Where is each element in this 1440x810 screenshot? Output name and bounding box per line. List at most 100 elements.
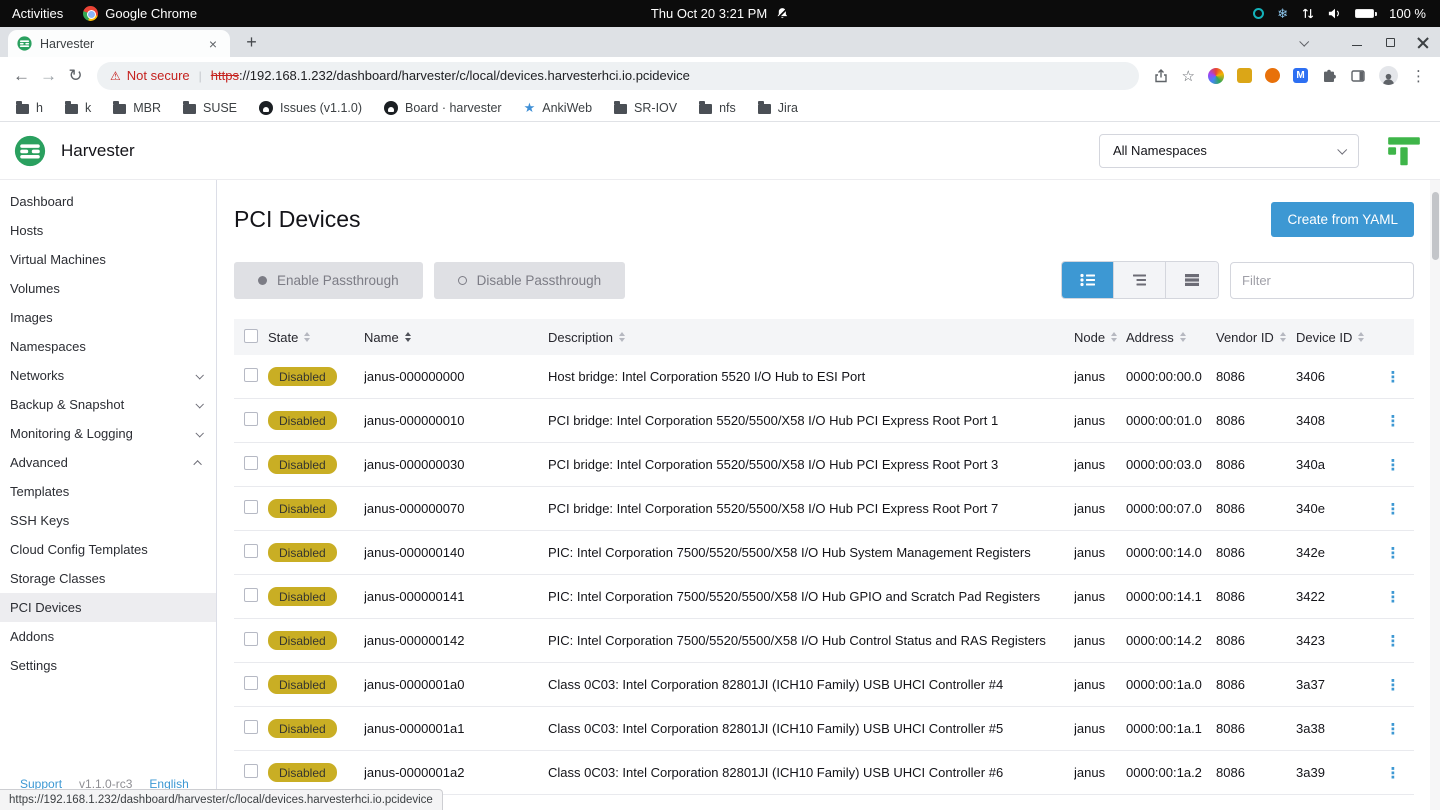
row-actions-button[interactable]: ⋮ xyxy=(1386,677,1401,694)
sidebar-item-namespaces[interactable]: Namespaces xyxy=(0,332,216,361)
bookmark-h[interactable]: h xyxy=(16,101,43,115)
sidebar-item-templates[interactable]: Templates xyxy=(0,477,216,506)
view-list-button[interactable] xyxy=(1062,262,1114,298)
tray-snowflake-icon[interactable]: ❄ xyxy=(1277,6,1288,22)
sidebar-item-advanced[interactable]: Advanced xyxy=(0,448,216,477)
clock[interactable]: Thu Oct 20 3:21 PM xyxy=(651,6,789,21)
row-actions-button[interactable]: ⋮ xyxy=(1386,589,1401,606)
row-checkbox[interactable] xyxy=(244,412,258,426)
browser-tab-harvester[interactable]: Harvester × xyxy=(8,30,230,57)
sidebar-item-storage-classes[interactable]: Storage Classes xyxy=(0,564,216,593)
activities-button[interactable]: Activities xyxy=(12,6,63,21)
battery-icon[interactable] xyxy=(1355,9,1374,18)
row-checkbox[interactable] xyxy=(244,456,258,470)
header-state[interactable]: State xyxy=(268,330,364,345)
select-all-checkbox[interactable] xyxy=(244,329,258,343)
sidebar-item-ssh-keys[interactable]: SSH Keys xyxy=(0,506,216,535)
row-actions-button[interactable]: ⋮ xyxy=(1386,765,1401,782)
scrollbar-track[interactable] xyxy=(1430,180,1440,810)
namespace-select[interactable]: All Namespaces xyxy=(1099,134,1359,168)
sidebar-item-pci-devices[interactable]: PCI Devices xyxy=(0,593,216,622)
tab-search-chevron-icon[interactable] xyxy=(1299,36,1309,46)
bookmark-k[interactable]: k xyxy=(65,101,91,115)
header-name[interactable]: Name xyxy=(364,330,548,345)
row-actions-button[interactable]: ⋮ xyxy=(1386,721,1401,738)
view-table-button[interactable] xyxy=(1166,262,1218,298)
indicator-dot-icon[interactable] xyxy=(1253,8,1264,19)
reload-button[interactable]: ↻ xyxy=(62,66,89,86)
header-description[interactable]: Description xyxy=(548,330,1074,345)
row-checkbox[interactable] xyxy=(244,764,258,778)
row-actions-button[interactable]: ⋮ xyxy=(1386,413,1401,430)
row-actions-button[interactable]: ⋮ xyxy=(1386,501,1401,518)
browser-menu-icon[interactable]: ⋮ xyxy=(1411,67,1426,85)
row-checkbox[interactable] xyxy=(244,676,258,690)
sidebar-item-hosts[interactable]: Hosts xyxy=(0,216,216,245)
volume-icon[interactable] xyxy=(1328,7,1342,20)
bookmark-sr-iov[interactable]: SR-IOV xyxy=(614,101,677,115)
state-badge: Disabled xyxy=(268,587,337,606)
bookmark-suse[interactable]: SUSE xyxy=(183,101,237,115)
active-app-indicator[interactable]: Google Chrome xyxy=(83,6,197,21)
header-device-id[interactable]: Device ID xyxy=(1296,330,1380,345)
cell-address: 0000:00:07.0 xyxy=(1126,501,1216,516)
address-bar[interactable]: ⚠ Not secure | https://192.168.1.232/das… xyxy=(97,62,1139,90)
sidebar-item-dashboard[interactable]: Dashboard xyxy=(0,187,216,216)
sidebar-item-cloud-config-templates[interactable]: Cloud Config Templates xyxy=(0,535,216,564)
network-icon[interactable] xyxy=(1301,7,1315,20)
extensions-puzzle-icon[interactable] xyxy=(1321,68,1337,84)
view-grouped-button[interactable] xyxy=(1114,262,1166,298)
profile-avatar[interactable] xyxy=(1379,66,1398,85)
row-actions-button[interactable]: ⋮ xyxy=(1386,633,1401,650)
harvester-logo xyxy=(14,135,46,167)
new-tab-button[interactable]: + xyxy=(239,30,264,55)
tab-close-icon[interactable]: × xyxy=(205,36,221,52)
sidebar-item-backup-snapshot[interactable]: Backup & Snapshot xyxy=(0,390,216,419)
cell-description: PIC: Intel Corporation 7500/5520/5500/X5… xyxy=(548,545,1074,560)
scrollbar-thumb[interactable] xyxy=(1432,192,1439,260)
window-close-button[interactable] xyxy=(1417,36,1430,49)
bookmark-ankiweb[interactable]: ★ AnkiWeb xyxy=(524,101,592,115)
sidebar-item-virtual-machines[interactable]: Virtual Machines xyxy=(0,245,216,274)
row-actions-button[interactable]: ⋮ xyxy=(1386,457,1401,474)
enable-passthrough-button[interactable]: Enable Passthrough xyxy=(234,262,423,299)
rancher-harvester-icon[interactable] xyxy=(1384,132,1424,170)
sidebar-item-images[interactable]: Images xyxy=(0,303,216,332)
bookmark-nfs[interactable]: nfs xyxy=(699,101,736,115)
extension-m-icon[interactable]: M xyxy=(1293,68,1308,83)
row-checkbox[interactable] xyxy=(244,500,258,514)
forward-button[interactable]: → xyxy=(35,66,62,86)
header-address[interactable]: Address xyxy=(1126,330,1216,345)
bookmark-mbr[interactable]: MBR xyxy=(113,101,161,115)
back-button[interactable]: ← xyxy=(8,66,35,86)
header-node[interactable]: Node xyxy=(1074,330,1126,345)
extension-orange-icon[interactable] xyxy=(1265,68,1280,83)
row-actions-button[interactable]: ⋮ xyxy=(1386,545,1401,562)
sidebar-item-monitoring-logging[interactable]: Monitoring & Logging xyxy=(0,419,216,448)
bookmark-board-harvester[interactable]: Board · harvester xyxy=(384,101,502,115)
row-checkbox[interactable] xyxy=(244,544,258,558)
window-minimize-button[interactable] xyxy=(1351,36,1364,49)
extension-pinwheel-icon[interactable] xyxy=(1208,68,1224,84)
sidebar-item-networks[interactable]: Networks xyxy=(0,361,216,390)
sidebar-item-volumes[interactable]: Volumes xyxy=(0,274,216,303)
row-checkbox[interactable] xyxy=(244,588,258,602)
window-maximize-button[interactable] xyxy=(1384,36,1397,49)
folder-icon xyxy=(113,104,126,114)
row-checkbox[interactable] xyxy=(244,632,258,646)
header-vendor-id[interactable]: Vendor ID xyxy=(1216,330,1296,345)
disable-passthrough-button[interactable]: Disable Passthrough xyxy=(434,262,626,299)
extension-gold-icon[interactable] xyxy=(1237,68,1252,83)
sidebar-item-addons[interactable]: Addons xyxy=(0,622,216,651)
bookmark-star-icon[interactable]: ☆ xyxy=(1182,67,1195,85)
row-actions-button[interactable]: ⋮ xyxy=(1386,369,1401,386)
bookmark-issues-v1-1-0[interactable]: Issues (v1.1.0) xyxy=(259,101,362,115)
sidebar-item-settings[interactable]: Settings xyxy=(0,651,216,680)
share-icon[interactable] xyxy=(1153,68,1169,84)
side-panel-icon[interactable] xyxy=(1350,68,1366,84)
row-checkbox[interactable] xyxy=(244,368,258,382)
bookmark-jira[interactable]: Jira xyxy=(758,101,798,115)
create-from-yaml-button[interactable]: Create from YAML xyxy=(1271,202,1414,237)
filter-input[interactable] xyxy=(1230,262,1414,299)
row-checkbox[interactable] xyxy=(244,720,258,734)
